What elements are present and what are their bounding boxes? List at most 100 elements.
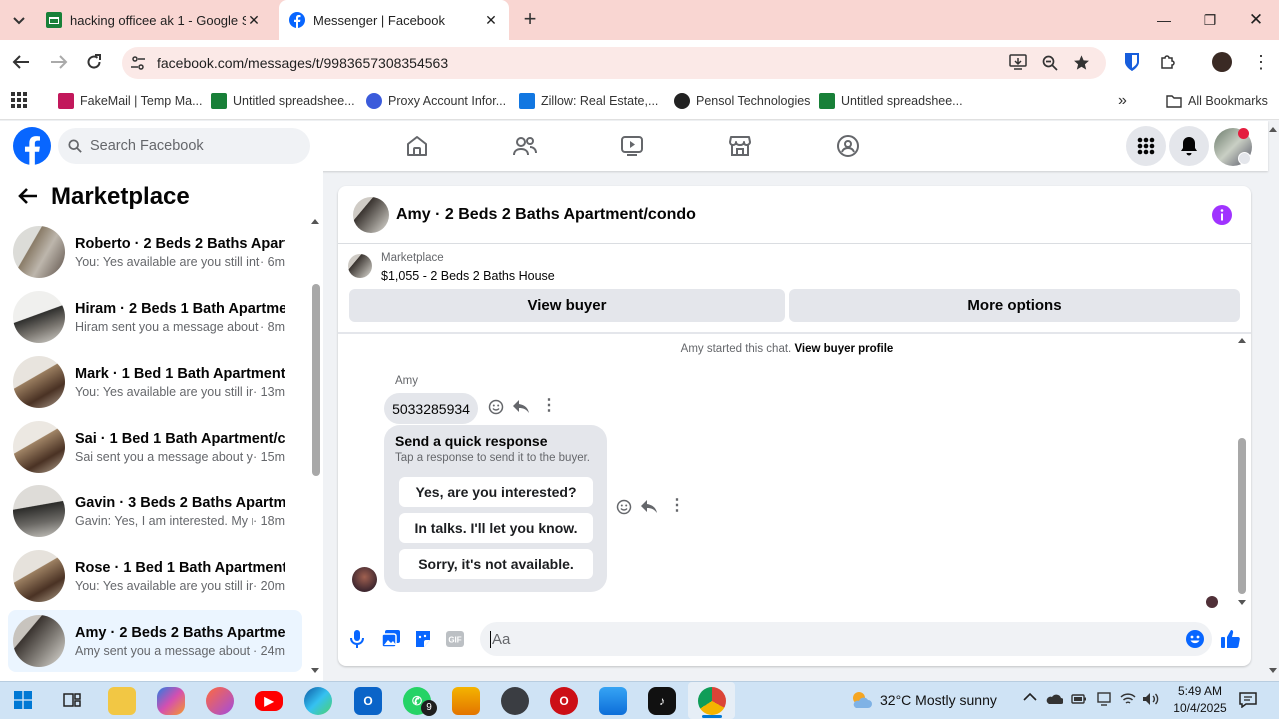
sidebar-scroll-up-arrow[interactable] [311,219,319,224]
app-icon[interactable] [452,687,480,715]
chat-scroll-down-arrow[interactable] [1238,600,1246,605]
attach-photo-button[interactable] [382,630,400,648]
reply-icon[interactable] [513,400,529,414]
chrome-icon[interactable] [698,687,726,715]
close-tab-icon[interactable]: ✕ [483,12,499,29]
youtube-icon[interactable]: ▶ [255,691,283,711]
back-button[interactable] [12,54,30,70]
zoom-icon[interactable] [1042,55,1058,71]
close-tab-icon[interactable]: ✕ [246,12,262,29]
tiktok-icon[interactable]: ♪ [648,687,676,715]
bookmark-star-icon[interactable] [1073,54,1090,71]
account-chevron-icon[interactable] [1238,152,1251,165]
conversation-item[interactable]: Roberto · 2 Beds 2 Baths Apart... You: Y… [8,221,302,283]
react-emoji-icon[interactable] [616,499,632,515]
emoji-picker-button[interactable] [1186,630,1204,648]
notifications-button[interactable] [1169,126,1209,166]
file-explorer-icon[interactable] [108,687,136,715]
react-emoji-icon[interactable] [488,399,504,415]
tray-device-icon[interactable] [1096,692,1112,706]
quick-response-button[interactable]: Yes, are you interested? [399,477,593,507]
conversation-item-selected[interactable]: Amy · 2 Beds 2 Baths Apartmen... Amy sen… [8,610,302,672]
reload-button[interactable] [86,54,102,70]
menu-grid-button[interactable] [1126,126,1166,166]
nav-marketplace-button[interactable] [720,130,760,162]
volume-icon[interactable] [1142,692,1160,706]
all-bookmarks-button[interactable]: All Bookmarks [1166,91,1268,111]
search-facebook-input[interactable]: Search Facebook [58,128,310,164]
nav-friends-button[interactable] [505,130,545,162]
minimize-button[interactable]: — [1141,0,1187,40]
forward-button[interactable] [50,54,68,70]
app-icon[interactable] [206,687,234,715]
message-input[interactable]: Aa [480,622,1212,656]
voice-clip-button[interactable] [350,630,364,648]
more-actions-icon[interactable]: ⋮ [541,398,557,414]
nav-video-button[interactable] [612,130,652,162]
install-app-icon[interactable] [1009,54,1027,70]
restore-button[interactable]: ❐ [1187,0,1233,40]
sidebar-scroll-down-arrow[interactable] [311,668,319,673]
message-bubble[interactable]: 5033285934 [384,393,478,424]
browser-tab-active[interactable]: Messenger | Facebook ✕ [279,0,509,40]
facebook-logo[interactable] [13,127,51,165]
extensions-puzzle-icon[interactable] [1159,53,1177,71]
quick-response-button[interactable]: In talks. I'll let you know. [399,513,593,543]
tray-chevron-up-icon[interactable] [1023,692,1037,702]
reply-icon[interactable] [641,500,657,514]
conversation-item[interactable]: Hiram · 2 Beds 1 Bath Apartmen... Hiram … [8,286,302,348]
weather-widget[interactable]: 32°C Mostly sunny [850,690,997,710]
nav-groups-button[interactable] [828,130,868,162]
gif-button[interactable]: GIF [446,631,464,647]
copilot-icon[interactable] [157,687,185,715]
view-buyer-button[interactable]: View buyer [349,289,785,322]
conversation-item[interactable]: Rose · 1 Bed 1 Bath Apartment/c... You: … [8,545,302,607]
opera-icon[interactable]: O [550,687,578,715]
start-button[interactable] [14,691,32,709]
bookmark-item[interactable]: Pensol Technologies [674,91,810,111]
notification-center-icon[interactable] [1239,692,1257,708]
clock-time[interactable]: 5:49 AM [1173,684,1227,698]
page-scroll-up-arrow[interactable] [1269,127,1277,132]
more-actions-icon[interactable]: ⋮ [669,498,685,514]
bookmark-item[interactable]: Untitled spreadshee... [819,91,963,111]
more-options-button[interactable]: More options [789,289,1240,322]
browser-tab[interactable]: hacking officee ak 1 - Google Sl ✕ [36,0,272,40]
onedrive-icon[interactable] [1045,693,1063,705]
view-buyer-profile-link[interactable]: View buyer profile [794,343,893,355]
app-icon[interactable] [501,687,529,715]
conversation-info-icon[interactable] [1212,205,1232,225]
bookmark-item[interactable]: FakeMail | Temp Ma... [58,91,203,111]
tab-search-button[interactable] [8,10,30,32]
outlook-icon[interactable]: O [354,687,382,715]
nav-home-button[interactable] [397,130,437,162]
battery-icon[interactable] [1071,693,1087,705]
bookmark-item[interactable]: Untitled spreadshee... [211,91,355,111]
new-tab-button[interactable]: + [518,8,542,32]
browser-menu-icon[interactable]: ⋮ [1252,52,1270,72]
quick-response-button[interactable]: Sorry, it's not available. [399,549,593,579]
task-view-icon[interactable] [63,691,81,709]
clock-date[interactable]: 10/4/2025 [1170,701,1230,715]
bitwarden-extension-icon[interactable] [1123,52,1141,72]
listing-title[interactable]: $1,055 - 2 Beds 2 Baths House [381,269,555,283]
site-info-icon[interactable] [130,55,146,71]
conversation-item[interactable]: Sai · 1 Bed 1 Bath Apartment/co... Sai s… [8,416,302,478]
sticker-button[interactable] [414,630,432,648]
profile-avatar[interactable] [1212,52,1232,72]
wifi-icon[interactable] [1120,692,1136,706]
edge-icon[interactable] [304,687,332,715]
bookmark-item[interactable]: Zillow: Real Estate,... [519,91,658,111]
bookmark-item[interactable]: Proxy Account Infor... [366,91,506,111]
apps-grid-icon[interactable] [11,92,27,108]
close-window-button[interactable]: ✕ [1233,0,1279,40]
conversation-item[interactable]: Mark · 1 Bed 1 Bath Apartment/... You: Y… [8,351,302,413]
conversation-item[interactable]: Gavin · 3 Beds 2 Baths Apartme... Gavin:… [8,480,302,542]
microsoft-store-icon[interactable] [599,687,627,715]
chat-scrollbar-thumb[interactable] [1238,438,1246,594]
page-scroll-down-arrow[interactable] [1269,668,1277,673]
like-send-button[interactable] [1221,629,1241,649]
chat-scroll-up-arrow[interactable] [1238,338,1246,343]
sidebar-scrollbar-thumb[interactable] [312,284,320,476]
back-arrow-button[interactable] [17,186,39,206]
